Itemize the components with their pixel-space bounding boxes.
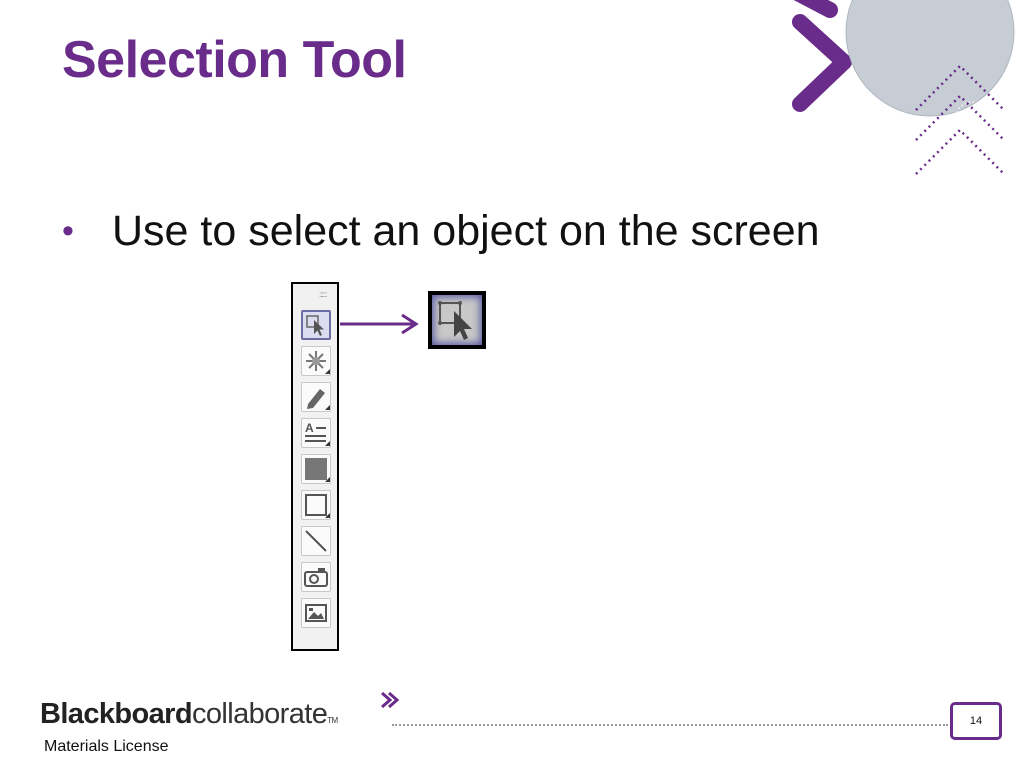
page-number: 14 — [950, 702, 1002, 740]
selection-tool-zoom-image — [428, 291, 486, 349]
license-text: Materials License — [44, 738, 169, 755]
rectangle-outline-icon — [305, 494, 330, 518]
pencil-tool-button[interactable] — [301, 382, 331, 412]
filled-rectangle-icon — [305, 458, 330, 482]
callout-arrow-icon — [340, 313, 419, 335]
selection-arrow-icon — [306, 315, 324, 336]
camera-icon — [304, 568, 328, 587]
bullet-item: • Use to select an object on the screen — [62, 204, 820, 258]
blackboard-collaborate-logo: BlackboardcollaborateTM — [40, 698, 338, 731]
screen-capture-tool-button[interactable] — [301, 562, 331, 592]
logo-bold-text: Blackboard — [40, 698, 193, 730]
explode-tool-button[interactable] — [301, 346, 331, 376]
selection-arrow-icon — [438, 301, 472, 340]
text-tool-glyph: A — [305, 421, 314, 435]
starburst-icon — [306, 351, 330, 374]
picture-icon — [305, 604, 327, 622]
palette-grip-handle[interactable]: :::::: — [319, 290, 327, 299]
decorative-chevron-graphic — [792, 0, 1015, 175]
selection-tool-button[interactable] — [301, 310, 331, 340]
rectangle-tool-button[interactable] — [301, 490, 331, 520]
slide-title: Selection Tool — [62, 31, 407, 89]
bullet-dot: • — [62, 212, 74, 250]
line-tool-button[interactable] — [301, 526, 331, 556]
bullet-text: Use to select an object on the screen — [112, 207, 820, 255]
text-tool-button[interactable]: A — [301, 418, 331, 448]
diagonal-line-icon — [305, 530, 327, 552]
logo-trademark: TM — [327, 716, 338, 725]
whiteboard-tool-palette: :::::: A — [291, 282, 339, 651]
logo-light-text: collaborate — [191, 698, 328, 730]
clip-art-tool-button[interactable] — [301, 598, 331, 628]
pencil-icon — [307, 389, 330, 410]
text-lines-icon: A — [305, 421, 330, 446]
filled-rectangle-tool-button[interactable] — [301, 454, 331, 484]
footer-divider — [392, 724, 948, 726]
logo-chevron-icon — [381, 691, 400, 709]
